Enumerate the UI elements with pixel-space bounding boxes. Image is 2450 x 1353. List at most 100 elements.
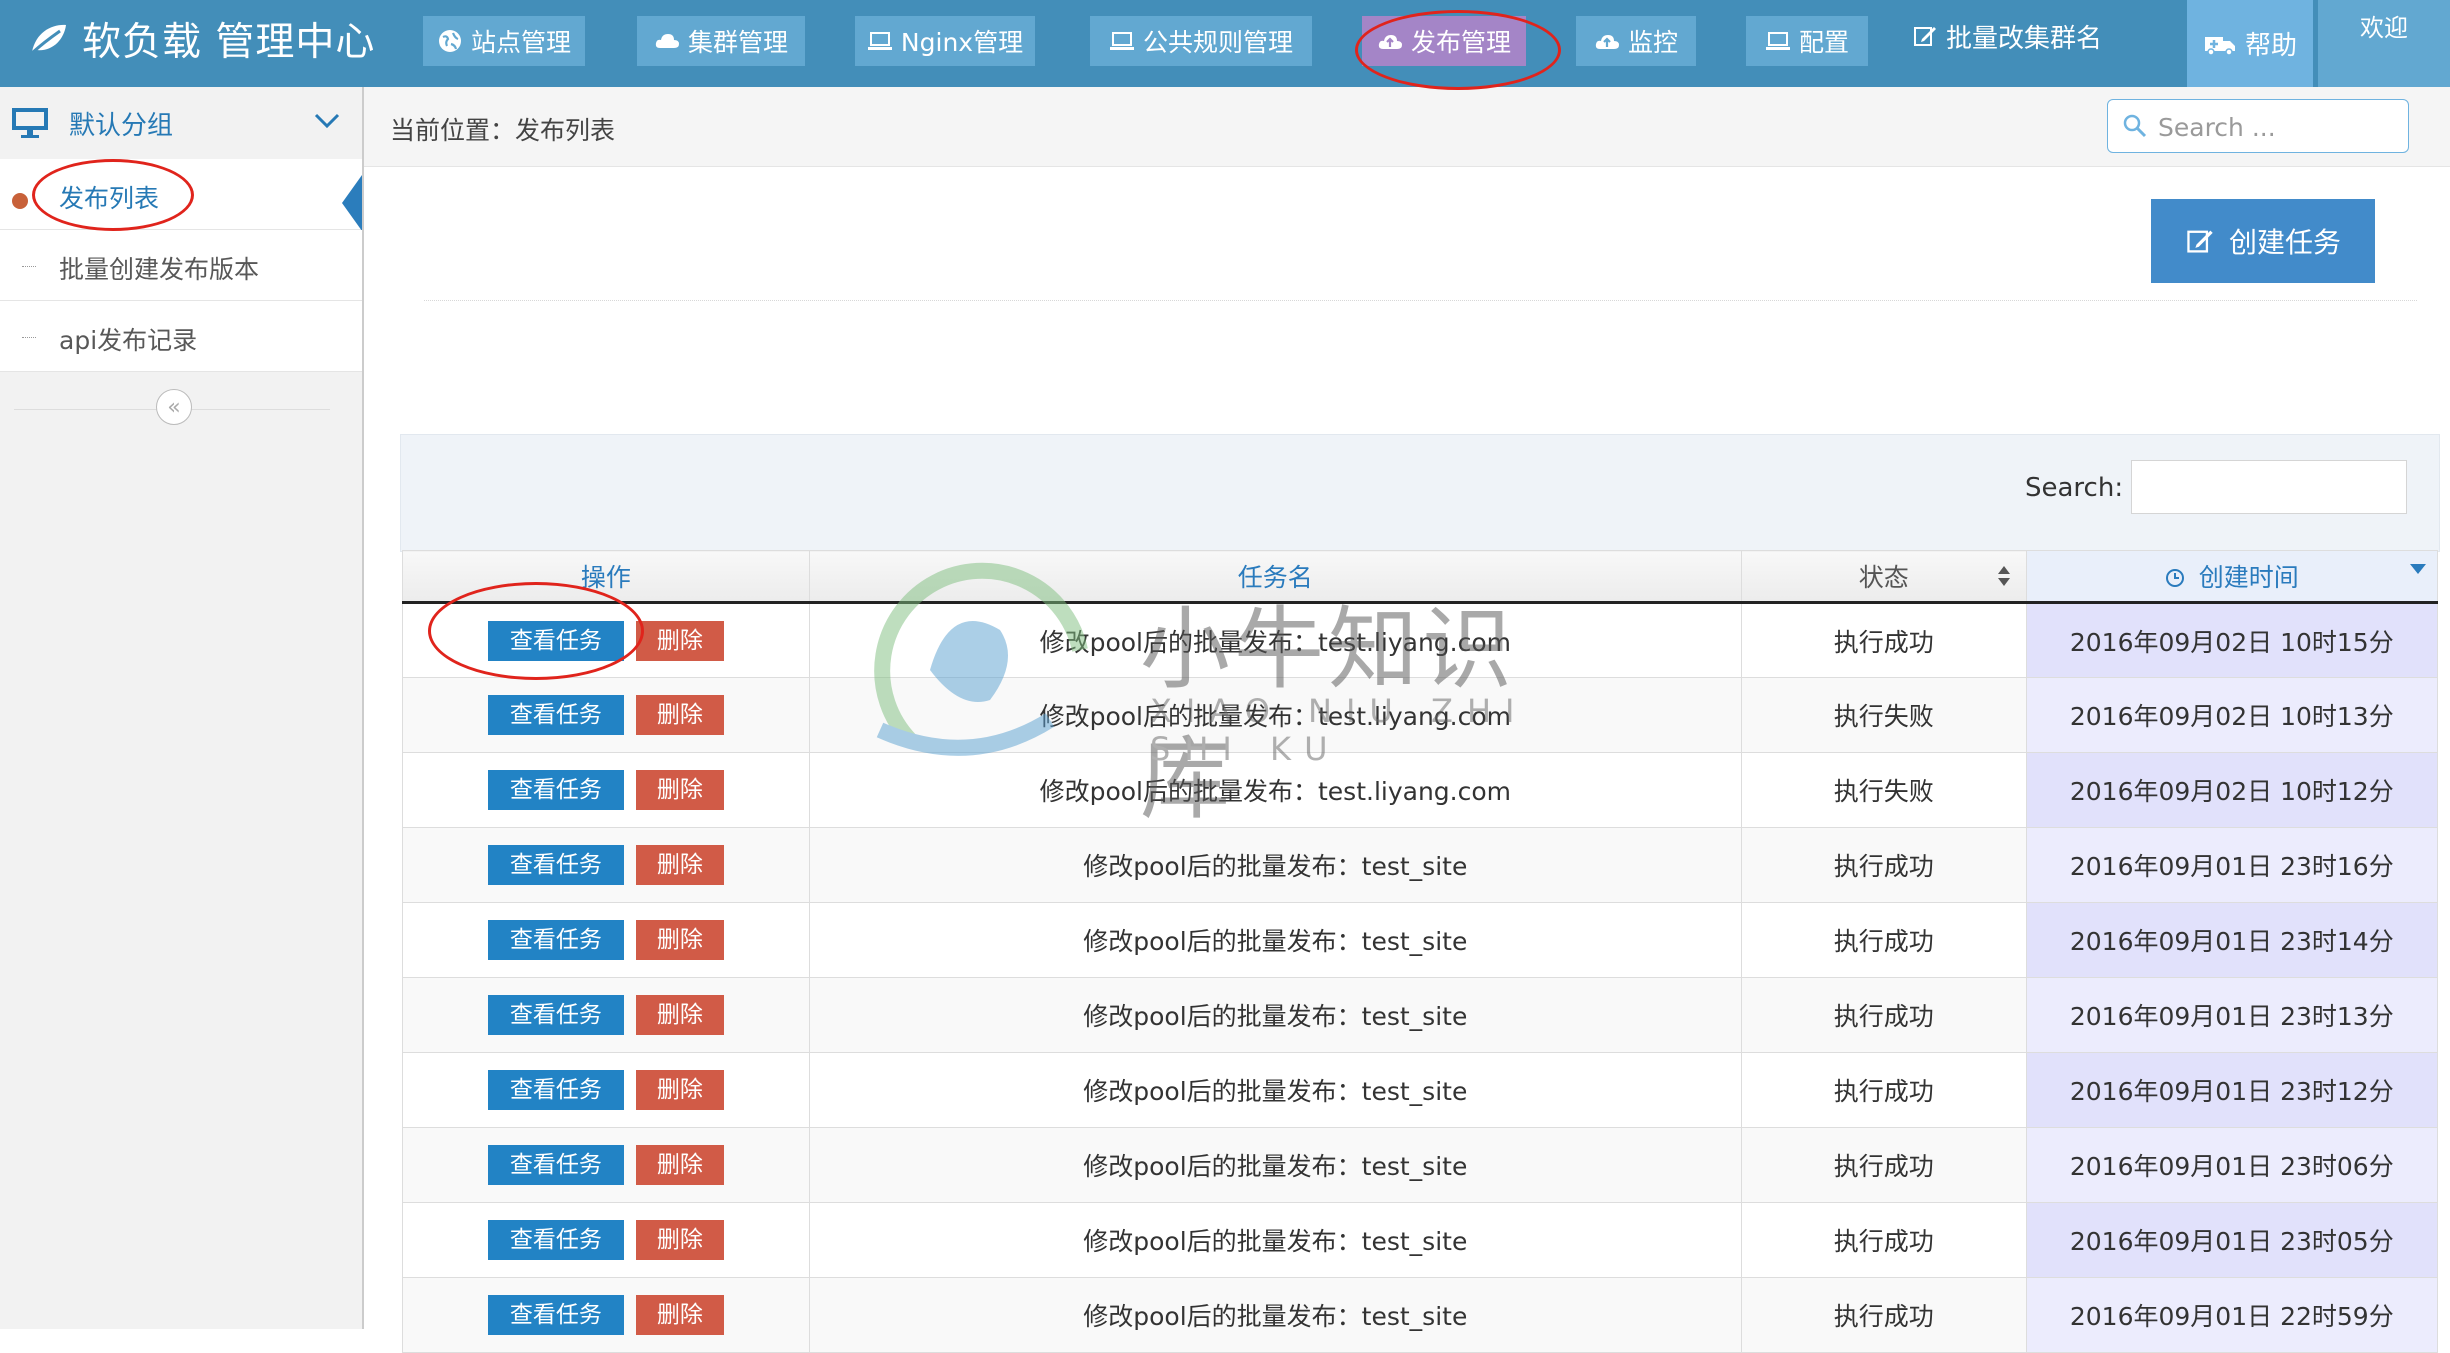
release-task-table: 操作 任务名 状态 创建时间 查看任务 删除 修改pool后的批量发布：test.l…: [402, 550, 2439, 1353]
table-row: 查看任务 删除 修改pool后的批量发布：test_site 执行成功 2016年09月…: [402, 1277, 2439, 1353]
sidebar-item-label: api发布记录: [59, 326, 198, 355]
created-time-cell: 2016年09月01日 22时59分: [2025, 1277, 2439, 1353]
view-task-button[interactable]: 查看任务: [487, 1220, 624, 1260]
nav-batch-rename-cluster[interactable]: 批量改集群名: [1912, 14, 2102, 58]
actions-cell: 查看任务 删除: [402, 602, 810, 678]
view-task-button[interactable]: 查看任务: [487, 1070, 624, 1110]
view-task-button[interactable]: 查看任务: [487, 995, 624, 1035]
nav-release-management[interactable]: 发布管理: [1362, 16, 1526, 66]
sidebar-collapse-button[interactable]: «: [156, 389, 192, 425]
status-cell: 执行成功: [1740, 977, 2027, 1053]
sidebar: 默认分组 发布列表 批量创建发布版本 api发布记录 «: [0, 87, 364, 1329]
column-header-status[interactable]: 状态: [1740, 550, 2027, 604]
table-row: 查看任务 删除 修改pool后的批量发布：test_site 执行成功 2016年09月…: [402, 827, 2439, 903]
created-time-cell: 2016年09月01日 23时16分: [2025, 827, 2439, 903]
table-row: 查看任务 删除 修改pool后的批量发布：test.liyang.com 执行失败 20…: [402, 752, 2439, 828]
actions-cell: 查看任务 删除: [402, 977, 810, 1053]
created-time-cell: 2016年09月02日 10时12分: [2025, 752, 2439, 828]
sidebar-item-batch-create-release[interactable]: 批量创建发布版本: [0, 230, 362, 301]
delete-button[interactable]: 删除: [635, 920, 724, 960]
status-cell: 执行成功: [1740, 1277, 2027, 1353]
clock-icon: [2165, 569, 2184, 587]
view-task-button[interactable]: 查看任务: [487, 695, 624, 735]
created-time-cell: 2016年09月01日 23时14分: [2025, 902, 2439, 978]
delete-button[interactable]: 删除: [635, 1145, 724, 1185]
top-navbar: 软负载 管理中心 站点管理 集群管理 Nginx管理 公共规则管理 发布管理 监…: [0, 0, 2450, 87]
nav-cluster-management[interactable]: 集群管理: [637, 16, 805, 66]
view-task-button[interactable]: 查看任务: [487, 1145, 624, 1185]
delete-button[interactable]: 删除: [635, 1070, 724, 1110]
sidebar-group-label: 默认分组: [69, 111, 174, 141]
nav-label: 站点管理: [470, 28, 571, 57]
table-row: 查看任务 删除 修改pool后的批量发布：test_site 执行成功 2016年09月…: [402, 1127, 2439, 1203]
delete-button[interactable]: 删除: [635, 1295, 724, 1335]
nav-label: 发布管理: [1410, 28, 1511, 57]
table-row: 查看任务 删除 修改pool后的批量发布：test.liyang.com 执行成功 20…: [402, 602, 2439, 678]
laptop-icon: [1765, 32, 1790, 50]
actions-cell: 查看任务 删除: [402, 1277, 810, 1353]
view-task-button[interactable]: 查看任务: [487, 845, 624, 885]
table-row: 查看任务 删除 修改pool后的批量发布：test_site 执行成功 2016年09月…: [402, 1052, 2439, 1128]
nav-label: 配置: [1798, 28, 1849, 57]
sidebar-item-api-release-log[interactable]: api发布记录: [0, 301, 362, 372]
status-cell: 执行成功: [1740, 902, 2027, 978]
delete-button[interactable]: 删除: [635, 770, 724, 810]
delete-button[interactable]: 删除: [635, 845, 724, 885]
nav-label: 公共规则管理: [1142, 28, 1293, 57]
sidebar-item-label: 批量创建发布版本: [59, 255, 260, 284]
actions-cell: 查看任务 删除: [402, 827, 810, 903]
welcome-label: 欢迎: [2360, 14, 2408, 42]
view-task-button[interactable]: 查看任务: [487, 620, 624, 661]
sidebar-group-toggle[interactable]: 默认分组: [0, 87, 362, 160]
divider: [424, 300, 2417, 301]
actions-cell: 查看任务 删除: [402, 752, 810, 828]
cloud-icon: [655, 34, 679, 48]
task-name-cell: 修改pool后的批量发布：test_site: [808, 977, 1742, 1053]
delete-button[interactable]: 删除: [635, 620, 724, 661]
delete-button[interactable]: 删除: [635, 995, 724, 1035]
sort-both-icon: [1997, 566, 2010, 586]
nav-search[interactable]: [2107, 99, 2409, 153]
table-row: 查看任务 删除 修改pool后的批量发布：test_site 执行成功 2016年09月…: [402, 977, 2439, 1053]
actions-cell: 查看任务 删除: [402, 677, 810, 753]
view-task-button[interactable]: 查看任务: [487, 1295, 624, 1335]
nav-search-input[interactable]: [2156, 108, 2400, 146]
sidebar-item-release-list[interactable]: 发布列表: [0, 159, 362, 230]
view-task-button[interactable]: 查看任务: [487, 920, 624, 960]
ambulance-icon: [2204, 36, 2235, 56]
actions-cell: 查看任务 删除: [402, 902, 810, 978]
task-name-cell: 修改pool后的批量发布：test_site: [808, 1277, 1742, 1353]
nav-monitoring[interactable]: 监控: [1576, 16, 1696, 66]
nav-public-rules-management[interactable]: 公共规则管理: [1090, 16, 1312, 66]
created-time-cell: 2016年09月01日 23时13分: [2025, 977, 2439, 1053]
laptop-icon: [867, 32, 892, 50]
create-task-button[interactable]: 创建任务: [2151, 199, 2375, 283]
brand-title: 软负载 管理中心: [82, 20, 376, 65]
actions-cell: 查看任务 删除: [402, 1202, 810, 1278]
column-header-task-name[interactable]: 任务名: [808, 550, 1742, 604]
column-header-created-time[interactable]: 创建时间: [2025, 550, 2439, 604]
actions-cell: 查看任务 删除: [402, 1052, 810, 1128]
nav-label: 集群管理: [687, 28, 788, 57]
created-time-cell: 2016年09月02日 10时15分: [2025, 602, 2439, 678]
nav-config[interactable]: 配置: [1746, 16, 1868, 66]
help-menu[interactable]: 帮助: [2187, 0, 2313, 87]
delete-button[interactable]: 删除: [635, 1220, 724, 1260]
nav-nginx-management[interactable]: Nginx管理: [855, 16, 1035, 66]
actions-cell: 查看任务 删除: [402, 1127, 810, 1203]
datatable-search-label: Search:: [2025, 473, 2124, 503]
created-time-cell: 2016年09月01日 23时05分: [2025, 1202, 2439, 1278]
user-welcome-menu[interactable]: 欢迎: [2318, 0, 2450, 87]
sidebar-item-label: 发布列表: [59, 184, 160, 213]
table-header-row: 操作 任务名 状态 创建时间: [402, 550, 2439, 604]
cloud-upload-icon: [1378, 35, 1402, 49]
nav-site-management[interactable]: 站点管理: [423, 16, 585, 66]
datatable-search-input[interactable]: [2131, 460, 2407, 514]
brand[interactable]: 软负载 管理中心: [28, 0, 375, 78]
task-name-cell: 修改pool后的批量发布：test.liyang.com: [808, 602, 1742, 678]
edit-icon: [2187, 230, 2213, 253]
breadcrumb: 当前位置：发布列表: [390, 116, 616, 145]
delete-button[interactable]: 删除: [635, 695, 724, 735]
leaf-icon: [30, 24, 66, 55]
view-task-button[interactable]: 查看任务: [487, 770, 624, 810]
